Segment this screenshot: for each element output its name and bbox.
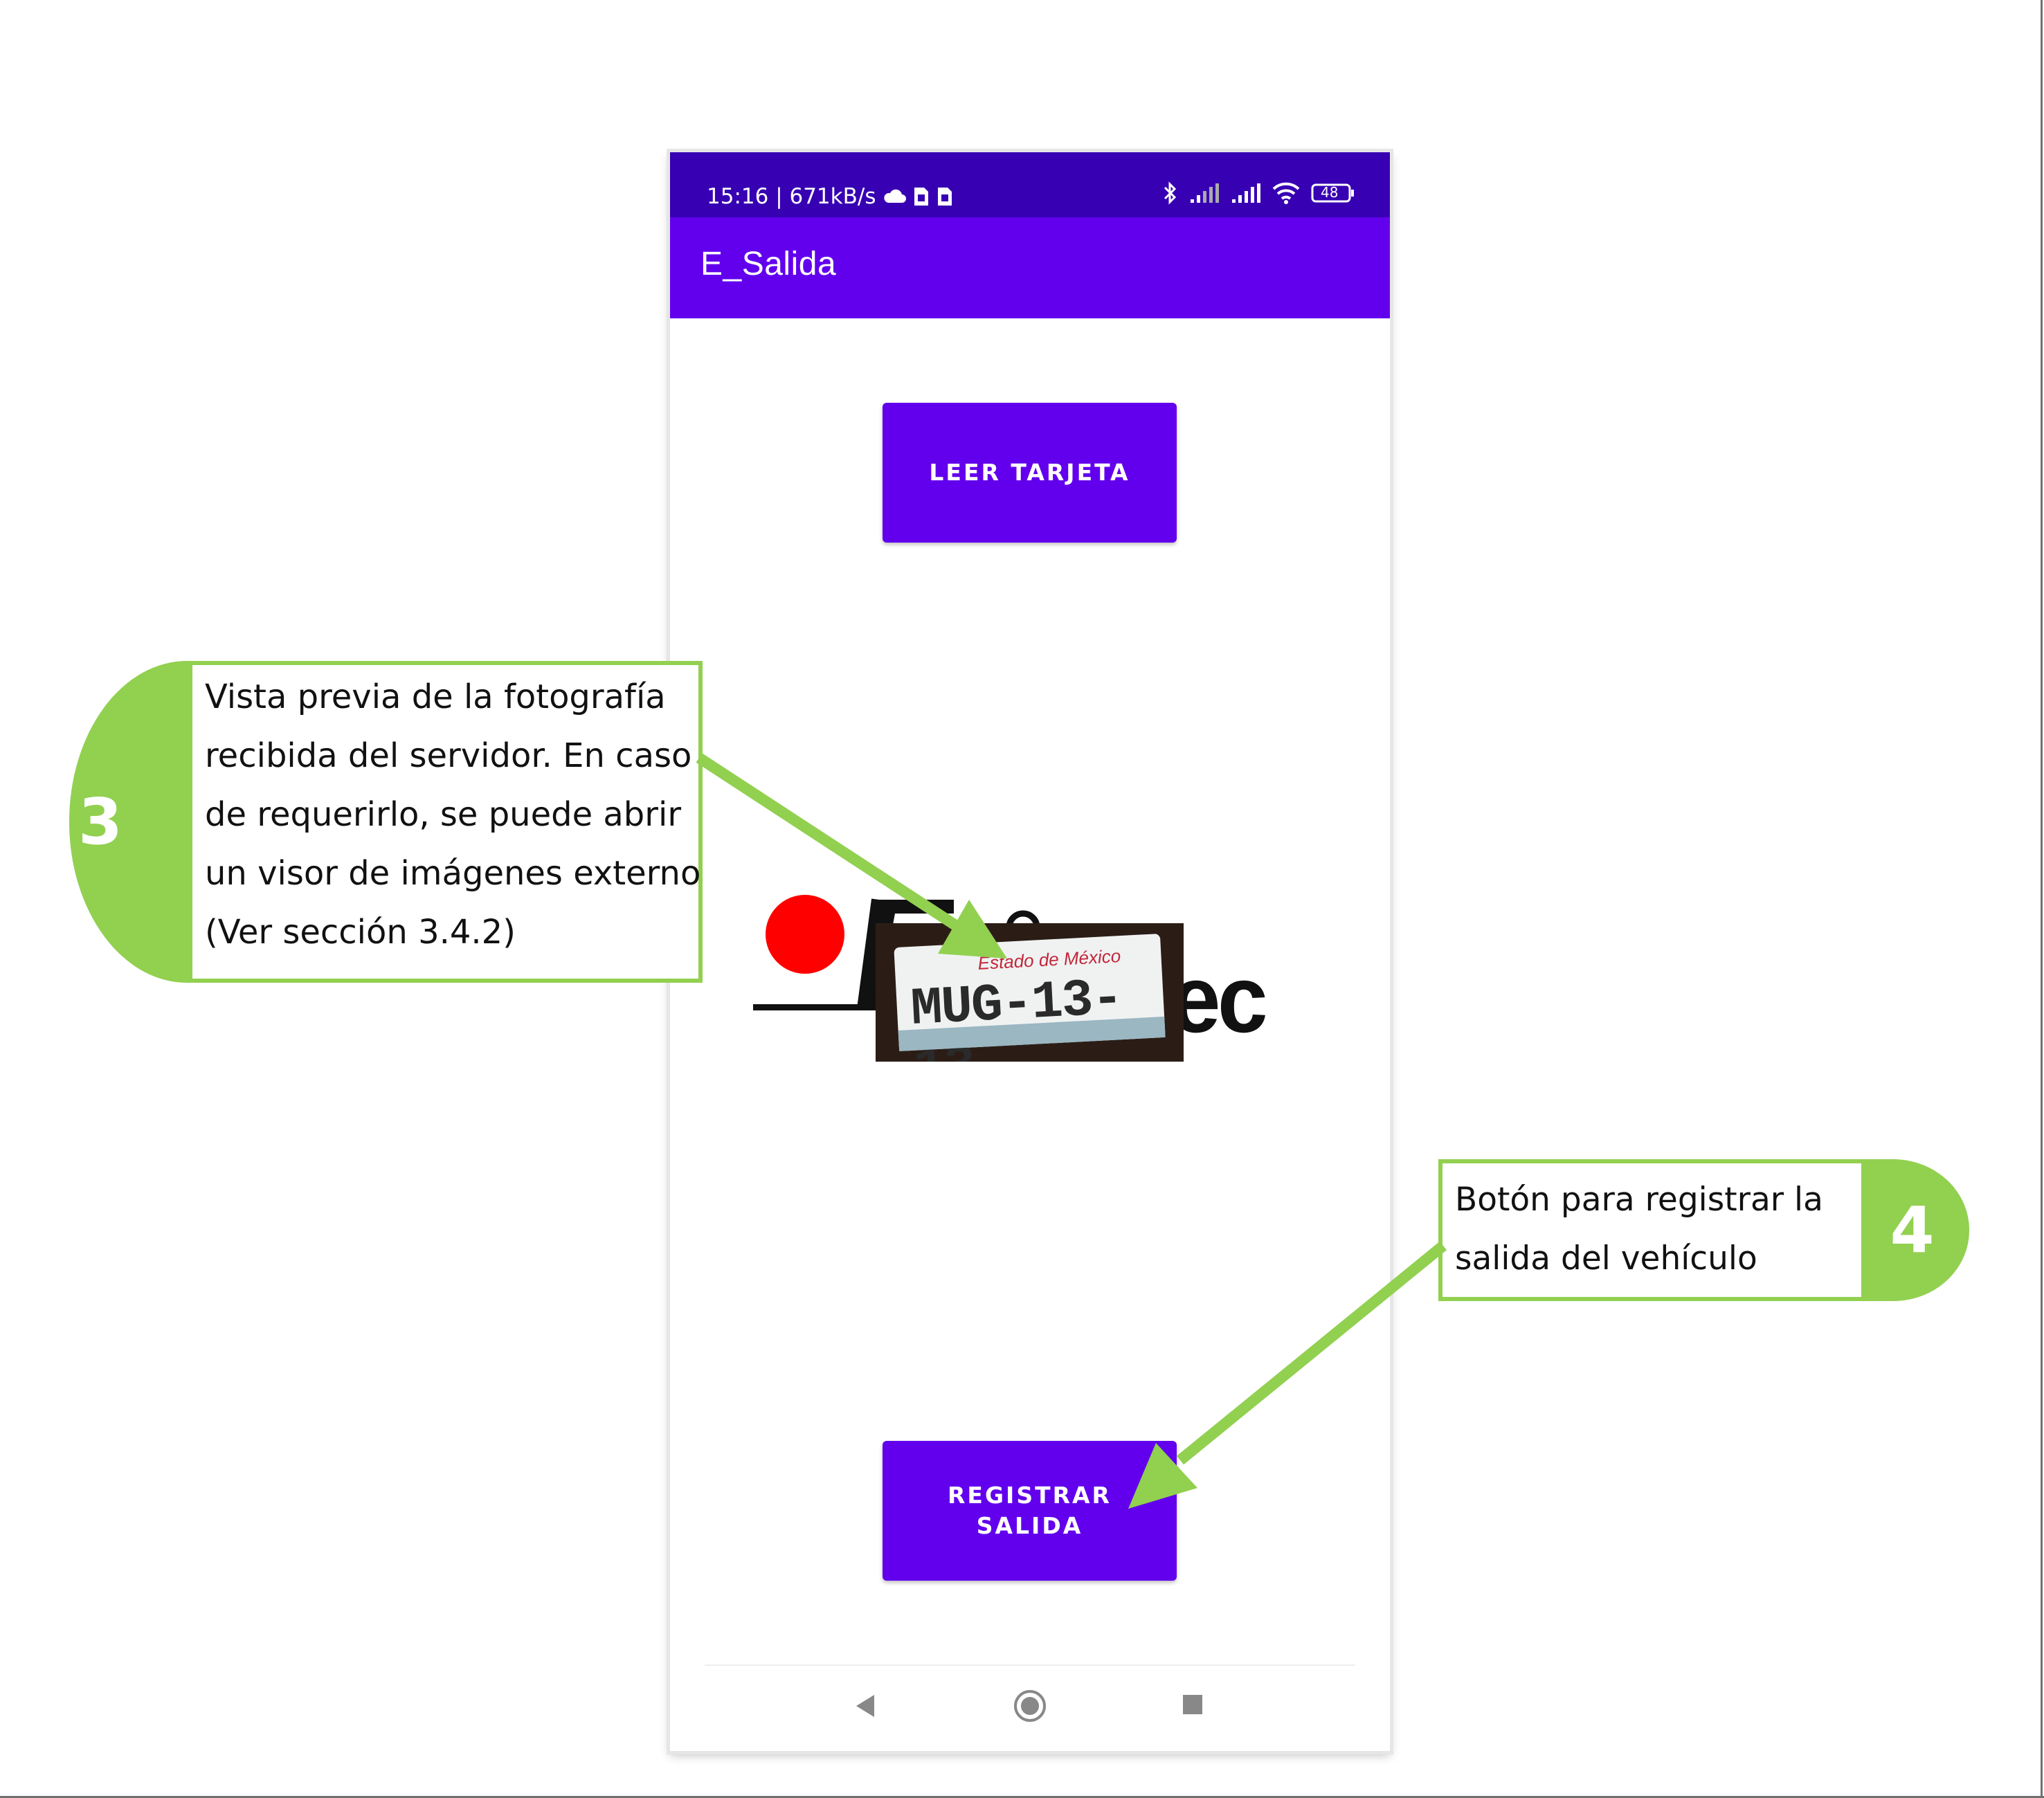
callout-3-line: recibida del servidor. En caso [205,736,692,775]
sim-card-icon [913,186,930,207]
callout-3-line: Vista previa de la fotografía [205,678,666,716]
app-bar: E_Salida [670,217,1390,318]
callout-4-line: Botón para registrar la [1455,1181,1823,1219]
callout-4-line: salida del vehículo [1455,1239,1757,1278]
nav-divider [705,1664,1355,1666]
license-plate: Estado de México MUG-13-13 [894,934,1166,1062]
status-time-speed: 15:16 | 671kB/s [707,184,876,209]
page-border-right [2041,0,2043,1798]
home-circle-icon [1012,1690,1048,1727]
nav-back-button[interactable] [852,1692,880,1723]
signal-icon [1231,183,1261,203]
plate-preview-image[interactable]: Estado de México MUG-13-13 [876,923,1184,1062]
wifi-icon [1272,182,1300,204]
bluetooth-icon [1163,181,1178,205]
callout-note-3: Vista previa de la fotografía recibida d… [188,661,703,983]
nav-home-button[interactable] [1012,1690,1048,1727]
callout-3-line: de requerirlo, se puede abrir [205,795,682,834]
cloud-icon [883,189,907,204]
battery-icon: 48 [1311,183,1355,203]
status-right: 48 [1163,181,1355,205]
callout-note-4: Botón para registrar la salida del vehíc… [1438,1159,1865,1301]
callout-badge-3: 3 [69,661,194,983]
battery-level: 48 [1321,184,1339,201]
sim-card-icon [937,186,953,207]
signal-icon [1189,183,1220,203]
callout-3-line: (Ver sección 3.4.2) [205,913,516,952]
back-triangle-icon [852,1695,880,1723]
read-card-button[interactable]: LEER TARJETA [883,403,1177,543]
callout-3-line: un visor de imágenes externo [205,854,701,893]
status-left: 15:16 | 671kB/s [707,184,953,209]
status-bar: 15:16 | 671kB/s 48 [670,152,1390,217]
app-title: E_Salida [700,246,837,282]
phone-screen: 15:16 | 671kB/s 48 E_Salida LEER TARJETA… [670,152,1390,1751]
nav-recents-button[interactable] [1180,1692,1205,1720]
recents-square-icon [1180,1695,1205,1720]
register-exit-button[interactable]: REGISTRAR SALIDA [883,1441,1177,1581]
